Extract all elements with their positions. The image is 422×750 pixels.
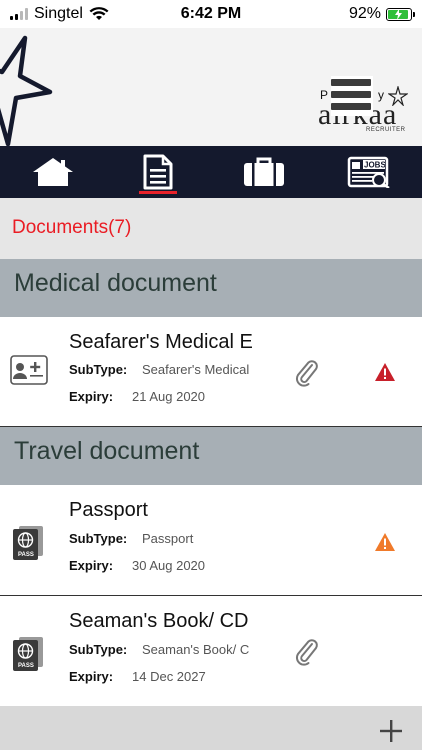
- status-bar: Singtel 6:42 PM 92%: [0, 0, 422, 28]
- subtype-label: SubType:: [69, 531, 128, 546]
- add-document-button[interactable]: [378, 718, 404, 744]
- svg-text:PASS: PASS: [18, 552, 34, 558]
- menu-icon[interactable]: [331, 76, 373, 116]
- nav-documents[interactable]: [106, 146, 212, 198]
- main-nav: JOBS: [0, 146, 422, 198]
- documents-count: Documents(7): [0, 198, 422, 259]
- subtype-value: Seafarer's Medical: [142, 362, 250, 377]
- document-title: Seaman's Book/ CD: [69, 610, 249, 632]
- battery-icon: [386, 7, 415, 21]
- warning-icon: [375, 363, 395, 381]
- star-decoration-icon: [0, 35, 53, 146]
- expiry-value: 21 Aug 2020: [132, 389, 206, 404]
- briefcase-icon: [243, 157, 284, 186]
- attachment-icon[interactable]: [294, 359, 320, 387]
- document-icon: [143, 154, 173, 190]
- subtype-label: SubType:: [69, 642, 128, 657]
- attachment-icon[interactable]: [294, 638, 320, 666]
- medical-card-icon: [10, 355, 48, 385]
- document-row-seamans-book[interactable]: PASS Seaman's Book/ CD SubType: Seaman's…: [0, 596, 422, 706]
- nav-briefcase[interactable]: [211, 146, 317, 198]
- nav-home[interactable]: [0, 146, 106, 198]
- brand-tagline: RECRUITER: [366, 127, 406, 133]
- jobs-label: JOBS: [364, 161, 386, 170]
- document-row-medical[interactable]: Seafarer's Medical E SubType: Seafarer's…: [0, 317, 422, 426]
- app-header: P y airkaa RECRUITER: [0, 28, 422, 146]
- svg-text:PASS: PASS: [18, 663, 34, 669]
- subtype-label: SubType:: [69, 362, 128, 377]
- document-title: Seafarer's Medical E: [69, 331, 253, 353]
- battery-percent: 92%: [348, 5, 381, 22]
- charging-bolt-icon: [395, 8, 402, 20]
- jobs-icon: JOBS: [348, 156, 390, 188]
- section-header-medical: Medical document: [0, 259, 422, 317]
- battery-fill: [388, 8, 409, 20]
- section-header-travel: Travel document: [0, 427, 422, 485]
- home-icon: [32, 158, 73, 186]
- expiry-label: Expiry:: [69, 389, 114, 404]
- expiry-label: Expiry:: [69, 558, 114, 573]
- expiry-value: 30 Aug 2020: [132, 558, 206, 573]
- passport-icon: PASS: [13, 637, 43, 671]
- status-right: 92%: [348, 5, 415, 23]
- warning-icon: [375, 533, 395, 551]
- document-title: Passport: [69, 499, 148, 521]
- subtype-value: Passport: [142, 531, 194, 546]
- expiry-value: 14 Dec 2027: [132, 669, 206, 684]
- document-row-passport[interactable]: PASS Passport SubType: Passport Expiry: …: [0, 485, 422, 595]
- passport-icon: PASS: [13, 526, 43, 560]
- brand-star-icon: [388, 86, 408, 106]
- nav-jobs[interactable]: JOBS: [317, 146, 422, 198]
- subtype-value: Seaman's Book/ C: [142, 642, 250, 657]
- bottom-bar: [0, 706, 422, 750]
- expiry-label: Expiry:: [69, 669, 114, 684]
